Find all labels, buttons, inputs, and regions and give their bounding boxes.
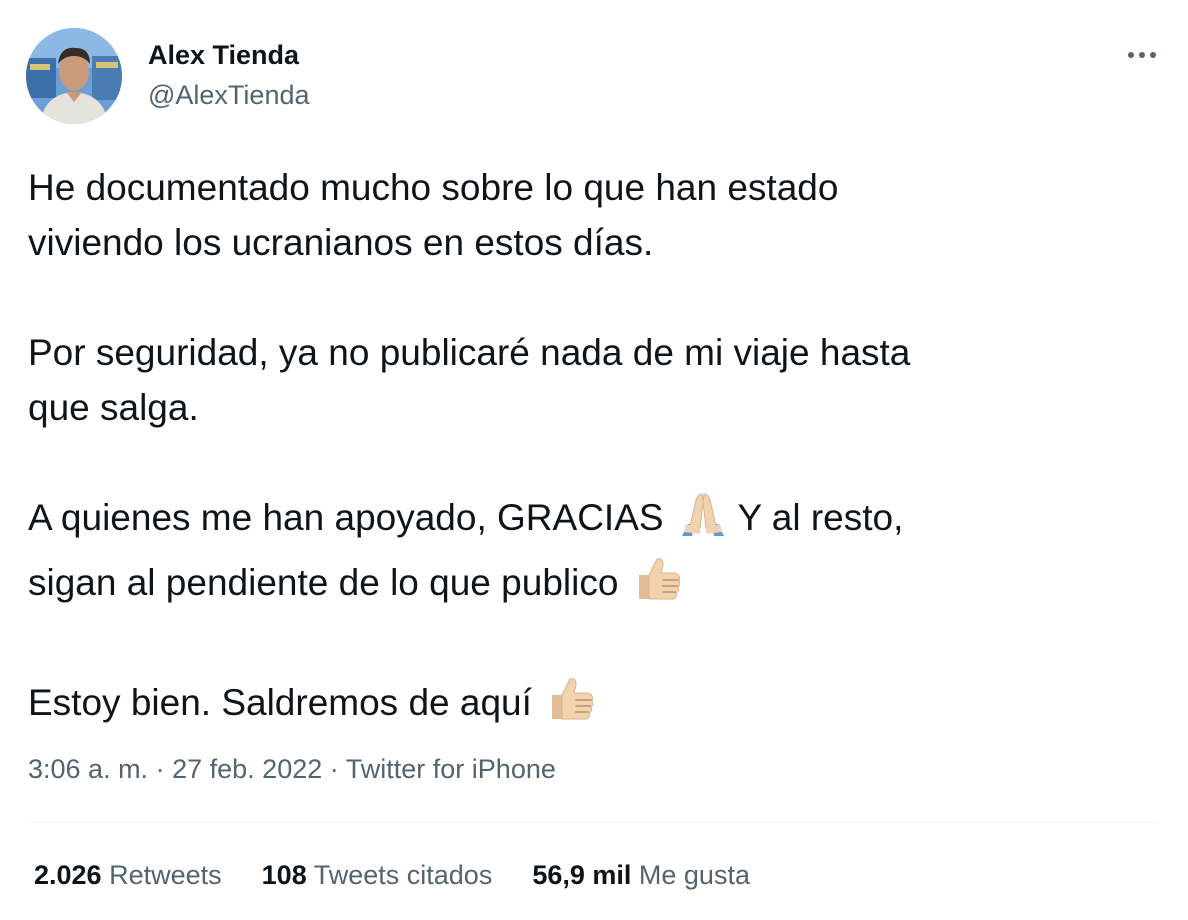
tweet-timestamp-link[interactable]: 3:06 a. m. · 27 feb. 2022 (28, 754, 322, 784)
separator: · (329, 754, 339, 784)
divider (28, 822, 1158, 823)
likes-stat[interactable]: 56,9 mil Me gusta (532, 858, 750, 892)
likes-count: 56,9 mil (532, 860, 632, 890)
tweet-line-text: Y al resto, (737, 497, 904, 538)
tweet-line-text: Estoy bien. Saldremos de aquí (28, 682, 532, 723)
thumbs-up-icon (633, 553, 683, 618)
avatar[interactable] (26, 28, 122, 124)
tweet-line: A quienes me han apoyado, GRACIAS Y al r… (28, 490, 1148, 553)
tweet-text: He documentado mucho sobre lo que han es… (28, 160, 1148, 738)
quote-tweets-stat[interactable]: 108 Tweets citados (262, 858, 493, 892)
tweet-metadata: 3:06 a. m. · 27 feb. 2022 · Twitter for … (28, 752, 556, 786)
separator: · (155, 754, 165, 784)
tweet-paragraph: Estoy bien. Saldremos de aquí (28, 673, 1148, 738)
more-options-button[interactable] (1120, 40, 1164, 70)
tweet-paragraph: A quienes me han apoyado, GRACIAS Y al r… (28, 490, 1148, 618)
more-dots-icon (1128, 52, 1156, 58)
retweets-label: Retweets (109, 860, 222, 890)
likes-label: Me gusta (638, 860, 750, 890)
tweet-card: Alex Tienda @AlexTienda He documentado m… (0, 0, 1188, 920)
tweet-line: Estoy bien. Saldremos de aquí (28, 673, 1148, 738)
tweet-line: que salga. (28, 387, 199, 428)
tweet-time: 3:06 a. m. (28, 754, 149, 784)
tweet-paragraph: He documentado mucho sobre lo que han es… (28, 160, 1148, 270)
tweet-line: sigan al pendiente de lo que publico (28, 553, 1148, 618)
engagement-stats: 2.026 Retweets 108 Tweets citados 56,9 m… (34, 858, 790, 892)
tweet-line: viviendo los ucranianos en estos días. (28, 222, 654, 263)
quote-tweets-label: Tweets citados (313, 860, 493, 890)
thumbs-up-icon (546, 673, 596, 738)
tweet-line: Por seguridad, ya no publicaré nada de m… (28, 332, 911, 373)
tweet-source-link[interactable]: Twitter for iPhone (346, 754, 556, 784)
folded-hands-icon (678, 490, 728, 553)
tweet-date: 27 feb. 2022 (172, 754, 323, 784)
tweet-paragraph: Por seguridad, ya no publicaré nada de m… (28, 325, 1148, 435)
display-name[interactable]: Alex Tienda (148, 38, 299, 72)
tweet-line-text: sigan al pendiente de lo que publico (28, 562, 619, 603)
retweets-count: 2.026 (34, 860, 102, 890)
username-handle[interactable]: @AlexTienda (148, 78, 310, 112)
tweet-line-text: A quienes me han apoyado, GRACIAS (28, 497, 664, 538)
avatar-image (26, 28, 122, 124)
tweet-line: He documentado mucho sobre lo que han es… (28, 167, 839, 208)
quote-tweets-count: 108 (261, 860, 307, 890)
retweets-stat[interactable]: 2.026 Retweets (34, 858, 222, 892)
